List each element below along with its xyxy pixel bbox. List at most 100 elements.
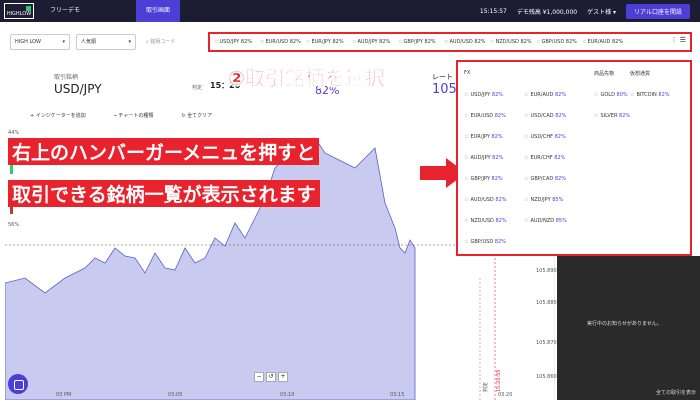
tab-free-demo[interactable]: フリーデモ	[40, 0, 90, 22]
favorite-symbol-pct: 82%	[424, 39, 436, 45]
favorite-symbol-pct: 82%	[612, 39, 624, 45]
favorite-symbol[interactable]: ☆AUD/JPY 82%	[352, 39, 398, 45]
top-bar: HIGHLOW フリーデモ 取引画面 15:15:57 デモ残高 ¥1,000,…	[0, 0, 700, 22]
dropdown-symbol-name: AUD/JPY	[470, 155, 491, 161]
dropdown-symbol-name: AUD/NZD	[530, 218, 555, 224]
star-icon: ☆	[464, 134, 469, 140]
dropdown-symbol-item[interactable]: ☆ USD/JPY 82%	[464, 92, 503, 98]
dropdown-symbol-item[interactable]: ☆ GBP/JPY 82%	[464, 176, 503, 182]
dropdown-symbol-name: GBP/CAD	[530, 176, 554, 182]
dropdown-symbol-name: EUR/USD	[470, 113, 494, 119]
dropdown-symbol-name: USD/CHF	[530, 134, 553, 140]
dropdown-symbol-pct: 82%	[555, 92, 567, 98]
dropdown-symbol-item[interactable]: ☆ GBP/CAD 82%	[524, 176, 566, 182]
star-icon: ☆	[524, 176, 529, 182]
star-icon: ☆	[464, 155, 469, 161]
zoom-in-button[interactable]: +	[278, 372, 288, 382]
star-icon: ☆	[490, 39, 495, 45]
hamburger-menu-icon[interactable]: ⋮ ☰	[670, 36, 686, 44]
dropdown-symbol-item[interactable]: ☆ USD/CHF 82%	[524, 134, 566, 140]
judge-label: 判定	[192, 85, 203, 91]
option-type-select[interactable]: HIGH LOW ▾	[10, 34, 70, 50]
favorite-symbol[interactable]: ☆EUR/JPY 82%	[306, 39, 352, 45]
dropdown-symbol-item[interactable]: ☆ AUD/NZD 85%	[524, 218, 567, 224]
star-icon: ☆	[524, 113, 529, 119]
x-tick: 03:10	[280, 392, 295, 398]
refresh-icon: ↻	[181, 113, 186, 119]
dropdown-symbol-pct: 82%	[494, 113, 506, 119]
dropdown-symbol-pct: 82%	[491, 134, 503, 140]
step2-annotation: ②取引銘柄を選択	[228, 66, 385, 91]
chart-type-button[interactable]: ⌁ チャートの種類	[114, 112, 154, 119]
chat-icon[interactable]	[8, 374, 28, 394]
star-icon: ☆	[464, 197, 469, 203]
chart-toolbar: + インジケーターを追加 ⌁ チャートの種類 ↻ 全てクリア	[30, 112, 212, 119]
dropdown-symbol-item[interactable]: ☆ AUD/JPY 82%	[464, 155, 503, 161]
dropdown-symbol-pct: 82%	[491, 92, 504, 98]
dropdown-symbol-item[interactable]: ☆ USD/CAD 82%	[524, 113, 566, 119]
dropdown-symbol-item[interactable]: ☆ GOLD 80%	[594, 92, 628, 98]
favorite-symbol-pct: 82%	[379, 39, 391, 45]
star-icon: ☆	[464, 239, 469, 245]
x-tick: 03:05	[168, 392, 183, 398]
clear-all-button[interactable]: ↻ 全てクリア	[181, 112, 212, 119]
dropdown-symbol-name: EUR/AUD	[530, 92, 554, 98]
favorite-symbol-name: AUD/JPY	[357, 39, 378, 45]
dropdown-symbol-pct: 82%	[555, 113, 567, 119]
dropdown-symbol-name: EUR/JPY	[470, 134, 490, 140]
rate-value: 105	[432, 82, 457, 97]
sort-select[interactable]: 人気順 ▾	[76, 34, 136, 50]
star-icon: ☆	[352, 39, 357, 45]
star-icon: ☆	[524, 197, 529, 203]
show-all-trades-link[interactable]: 全ての取引を表示	[656, 389, 696, 396]
add-indicator-button[interactable]: + インジケーターを追加	[30, 112, 86, 119]
dropdown-symbol-item[interactable]: ☆ EUR/AUD 82%	[524, 92, 566, 98]
dropdown-symbol-item[interactable]: ☆ EUR/JPY 82%	[464, 134, 503, 140]
favorite-symbol[interactable]: ☆GBP/USD 82%	[536, 39, 582, 45]
symbol-search[interactable]: ⌕ 銘柄コード	[146, 34, 206, 50]
x-tick: 03:20	[498, 392, 513, 398]
star-icon: ☆	[306, 39, 311, 45]
favorite-symbol[interactable]: ☆EUR/USD 82%	[260, 39, 306, 45]
favorite-symbol[interactable]: ☆NZD/USD 82%	[490, 39, 536, 45]
dropdown-symbol-item[interactable]: ☆ SILVER 82%	[594, 113, 630, 119]
dropdown-symbol-name: GBP/JPY	[470, 176, 490, 182]
dropdown-symbol-item[interactable]: ☆ NZD/USD 82%	[464, 218, 507, 224]
symbol-name: USD/JPY	[54, 82, 102, 96]
dropdown-symbol-item[interactable]: ☆ BITCOIN 82%	[630, 92, 670, 98]
open-real-account-button[interactable]: リアル口座を開設	[626, 3, 690, 19]
dropdown-symbol-pct: 82%	[495, 218, 507, 224]
option-type-value: HIGH LOW	[15, 39, 41, 45]
dropdown-symbol-item[interactable]: ☆ EUR/CHF 82%	[524, 155, 565, 161]
logo[interactable]: HIGHLOW	[4, 3, 34, 19]
star-icon: ☆	[524, 155, 529, 161]
favorite-symbol-name: EUR/USD	[265, 39, 289, 45]
favorite-symbol-name: NZD/USD	[495, 39, 519, 45]
favorite-symbol-name: AUD/USD	[449, 39, 473, 45]
user-menu[interactable]: ゲスト様 ▾	[587, 7, 616, 16]
favorite-symbol-pct: 82%	[332, 39, 344, 45]
zoom-reset-button[interactable]: ↺	[266, 372, 276, 382]
zoom-controls: − ↺ +	[254, 372, 288, 382]
favorite-symbol-name: USD/JPY	[219, 39, 240, 45]
x-tick: 03:15	[390, 392, 405, 398]
favorite-symbol-name: GBP/USD	[541, 39, 565, 45]
dropdown-symbol-item[interactable]: ☆ AUD/USD 82%	[464, 197, 507, 203]
dropdown-symbol-name: GOLD	[600, 92, 615, 98]
favorite-symbol[interactable]: ☆EUR/AUD 82%	[582, 39, 628, 45]
dropdown-symbol-item[interactable]: ☆ NZD/JPY 85%	[524, 197, 563, 203]
dropdown-symbol-item[interactable]: ☆ GBP/USD 82%	[464, 239, 506, 245]
instruction-line-1: 右上のハンバーガーメニュを押すと	[8, 138, 320, 165]
star-icon: ☆	[524, 92, 529, 98]
favorite-symbol[interactable]: ☆USD/JPY 82%	[214, 39, 260, 45]
dropdown-symbol-pct: 82%	[619, 113, 631, 119]
zoom-out-button[interactable]: −	[254, 372, 264, 382]
favorite-symbol[interactable]: ☆AUD/USD 82%	[444, 39, 490, 45]
dropdown-symbol-item[interactable]: ☆ EUR/USD 82%	[464, 113, 506, 119]
dropdown-symbol-name: NZD/USD	[470, 218, 494, 224]
filter-bar: HIGH LOW ▾ 人気順 ▾ ⌕ 銘柄コード ☆USD/JPY 82% ☆EUR/…	[0, 32, 700, 54]
tab-trade-screen[interactable]: 取引画面	[136, 0, 180, 22]
top-right-area: 15:15:57 デモ残高 ¥1,000,000 ゲスト様 ▾ リアル口座を開設	[480, 0, 690, 22]
favorite-symbol[interactable]: ☆GBP/JPY 82%	[398, 39, 444, 45]
star-icon: ☆	[524, 218, 529, 224]
